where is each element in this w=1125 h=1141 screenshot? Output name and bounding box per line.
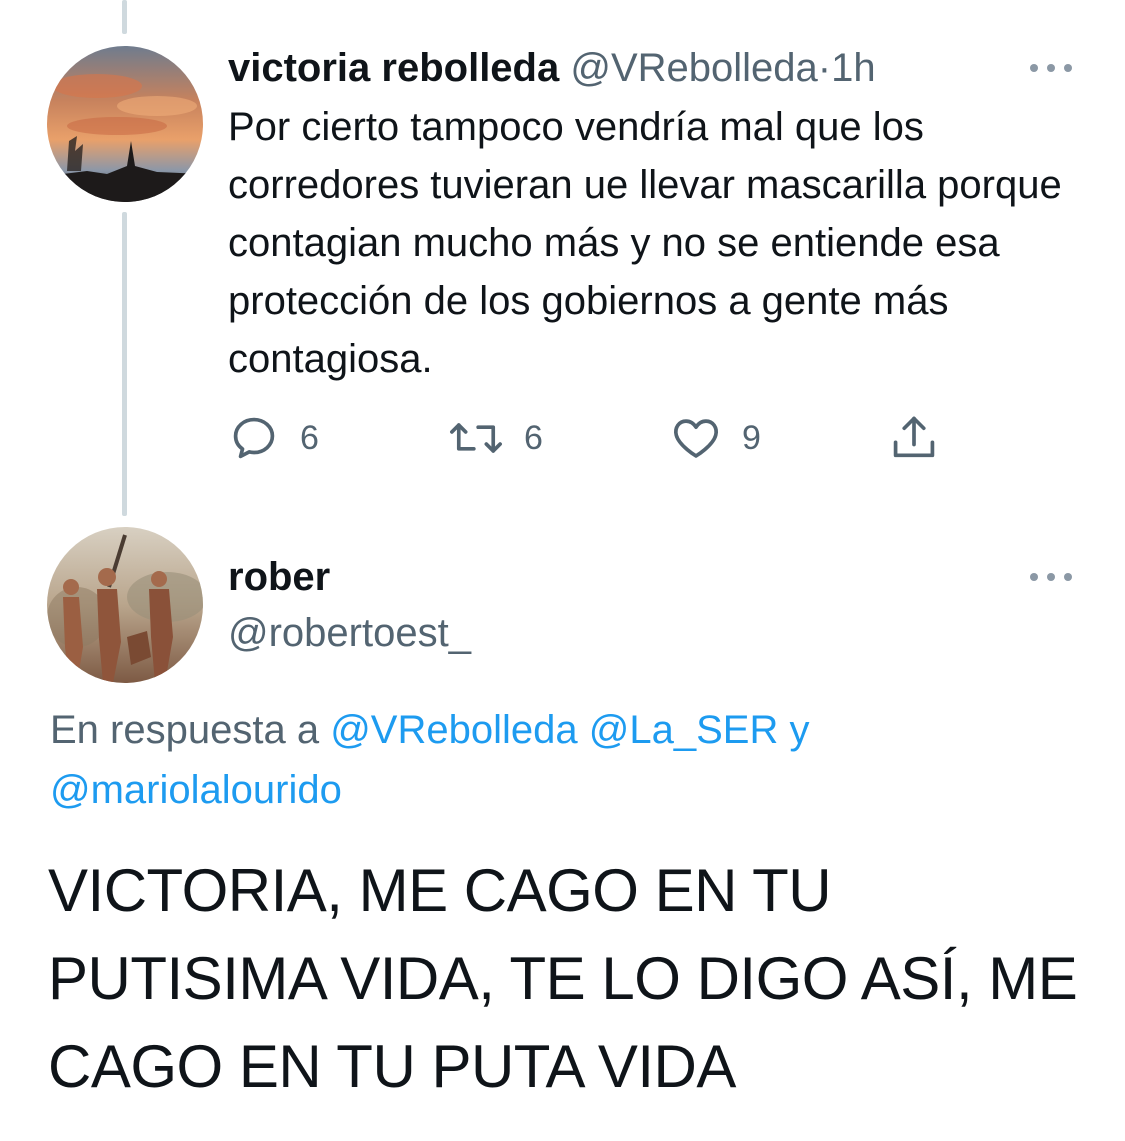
tweet1-timestamp[interactable]: 1h	[831, 46, 876, 90]
retweet-icon	[450, 423, 502, 453]
avatar-victoria[interactable]	[47, 46, 203, 202]
reply-count: 6	[300, 418, 319, 457]
tweet1-header: victoria rebolleda @VRebolleda·1h	[228, 42, 876, 94]
share-icon	[893, 416, 935, 458]
tweet2-text: VICTORIA, ME CAGO EN TU PUTISIMA VIDA, T…	[48, 857, 1078, 1100]
more-dots-icon[interactable]	[1030, 571, 1072, 583]
like-button[interactable]: 9	[670, 408, 761, 468]
retweet-count: 6	[524, 418, 543, 457]
avatar-rober[interactable]	[47, 527, 203, 683]
avatar-sunset-image	[47, 46, 203, 202]
tweet1-author-name[interactable]: victoria rebolleda	[228, 46, 559, 90]
tweet2-author-handle[interactable]: @robertoest_	[228, 607, 471, 659]
reply-prefix: En respuesta a	[50, 708, 320, 752]
avatar-soldiers-image	[47, 527, 203, 683]
reply-bubble-icon	[233, 417, 275, 459]
retweet-button[interactable]: 6	[448, 408, 543, 468]
thread-line-top	[122, 0, 127, 34]
like-count: 9	[742, 418, 761, 457]
reply-conjunction: y	[789, 708, 810, 752]
thread-line-connector	[122, 212, 127, 516]
more-dots-icon[interactable]	[1030, 62, 1072, 74]
mention-link[interactable]: @mariolalourido	[50, 768, 342, 812]
reply-context: En respuesta a @VRebolleda @La_SER y @ma…	[50, 700, 1090, 820]
mention-link[interactable]: @La_SER	[589, 708, 779, 752]
tweet1-text: Por cierto tampoco vendría mal que los c…	[228, 105, 1062, 381]
mention-link[interactable]: @VRebolleda	[330, 708, 577, 752]
heart-icon	[674, 419, 718, 458]
reply-button[interactable]: 6	[228, 408, 319, 468]
tweet1-separator: ·	[817, 46, 832, 90]
tweet1-author-handle[interactable]: @VRebolleda	[570, 46, 817, 90]
share-button[interactable]	[888, 408, 940, 468]
tweet2-author-name[interactable]: rober	[228, 551, 330, 603]
